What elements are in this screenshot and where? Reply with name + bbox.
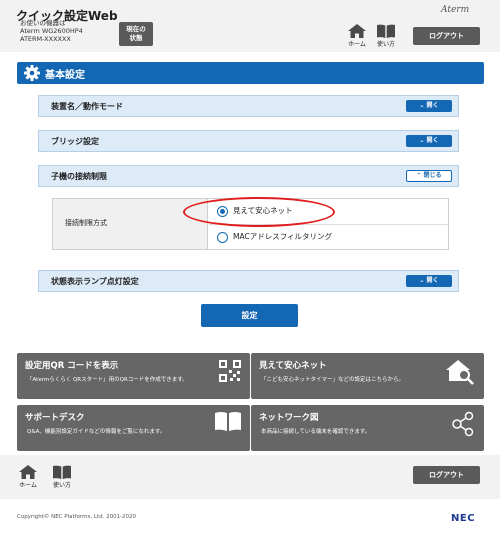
manual-button[interactable]: 使い方 (373, 24, 399, 52)
chevron-down-icon: ⌄ (419, 277, 427, 284)
submit-button[interactable]: 設定 (201, 304, 298, 327)
tile-description: Q&A、機能別設定ガイドなどの情報をご覧になれます。 (27, 429, 166, 435)
open-button-label: 開く (426, 137, 439, 144)
open-button[interactable]: ⌄ 開く (406, 100, 452, 112)
accordion-label: 状態表示ランプ点灯設定 (51, 277, 139, 286)
open-button[interactable]: ⌄ 開く (406, 135, 452, 147)
book-icon (377, 24, 395, 38)
chevron-down-icon: ⌄ (419, 137, 427, 144)
footer-logout-button[interactable]: ログアウト (413, 466, 480, 484)
book-icon (215, 412, 241, 431)
radio-button[interactable] (217, 232, 228, 243)
book-icon (53, 465, 71, 479)
open-button-label: 開く (426, 102, 439, 109)
home-label: ホーム (348, 41, 366, 48)
qr-code-icon (219, 360, 241, 382)
nec-logo: NEC (451, 513, 476, 524)
open-button[interactable]: ⌄ 開く (406, 275, 452, 287)
gear-icon (24, 65, 40, 81)
tile-mieru-anshin[interactable]: 見えて安心ネット 「こども安心ネットタイマー」などの設定はこちらから。 (251, 353, 484, 399)
connection-limit-label: 接続制限方式 (65, 219, 107, 227)
footer-home-button[interactable]: ホーム (15, 465, 41, 493)
tile-title: ネットワーク図 (259, 413, 319, 423)
field-label-cell: 接続制限方式 (53, 199, 208, 249)
chevron-down-icon: ⌄ (419, 102, 427, 109)
tile-title: 見えて安心ネット (259, 361, 327, 371)
home-icon (348, 24, 366, 38)
model-label-line1: お使いの機器は (20, 19, 66, 27)
accordion-status-lamp[interactable]: 状態表示ランプ点灯設定 ⌄ 開く (38, 270, 459, 292)
home-button[interactable]: ホーム (344, 24, 370, 52)
accordion-device-name[interactable]: 装置名／動作モード ⌄ 開く (38, 95, 459, 117)
tile-description: 「こども安心ネットタイマー」などの設定はこちらから。 (261, 377, 405, 383)
tile-description: 本商品に接続している端末を確認できます。 (261, 429, 371, 435)
section-header: 基本設定 (17, 62, 484, 84)
footer-nav: ホーム 使い方 ログアウト (0, 455, 500, 499)
home-search-icon (446, 360, 474, 385)
accordion-label: 装置名／動作モード (51, 102, 123, 111)
header: クイック設定Web お使いの機器は Aterm WG2600HP4 ATERM-… (0, 0, 500, 52)
accordion-label: 子機の接続制限 (51, 172, 107, 181)
open-button-label: 開く (426, 277, 439, 284)
tile-description: 「Atermらくらく QRスタート」用のQRコードを作成できます。 (27, 377, 188, 383)
brand-logo: Aterm (441, 5, 470, 15)
close-button[interactable]: ⌃ 閉じる (406, 170, 452, 182)
option-mac-filtering[interactable]: MACアドレスフィルタリング (209, 224, 448, 249)
close-button-label: 閉じる (423, 172, 442, 179)
section-title: 基本設定 (45, 70, 85, 81)
highlight-ellipse (183, 197, 335, 227)
home-label: ホーム (19, 482, 37, 489)
tile-support-desk[interactable]: サポートデスク Q&A、機能別設定ガイドなどの情報をご覧になれます。 (17, 405, 250, 451)
tile-network-map[interactable]: ネットワーク図 本商品に接続している端末を確認できます。 (251, 405, 484, 451)
status-button-line1: 現在の (126, 25, 146, 33)
manual-label: 使い方 (376, 41, 395, 48)
accordion-label: ブリッジ設定 (51, 137, 99, 146)
model-label-line3: ATERM-XXXXXX (20, 35, 71, 43)
current-status-button[interactable]: 現在の 状態 (119, 22, 153, 46)
copyright: Copyright© NEC Platforms, Ltd. 2001-2020 (17, 514, 137, 520)
tile-title: サポートデスク (25, 413, 85, 423)
chevron-up-icon: ⌃ (416, 172, 424, 179)
accordion-bridge[interactable]: ブリッジ設定 ⌄ 開く (38, 130, 459, 152)
logout-button[interactable]: ログアウト (413, 27, 480, 45)
model-label-line2: Aterm WG2600HP4 (20, 27, 83, 35)
manual-label: 使い方 (52, 482, 71, 489)
footer-manual-button[interactable]: 使い方 (49, 465, 75, 493)
option-label: MACアドレスフィルタリング (233, 232, 333, 241)
tile-title: 設定用QR コードを表示 (25, 361, 119, 371)
tile-qr-code[interactable]: 設定用QR コードを表示 「Atermらくらく QRスタート」用のQRコードを作… (17, 353, 250, 399)
accordion-connection-limit[interactable]: 子機の接続制限 ⌃ 閉じる (38, 165, 459, 187)
home-icon (19, 465, 37, 479)
status-button-line2: 状態 (129, 34, 143, 42)
network-icon (452, 411, 474, 437)
